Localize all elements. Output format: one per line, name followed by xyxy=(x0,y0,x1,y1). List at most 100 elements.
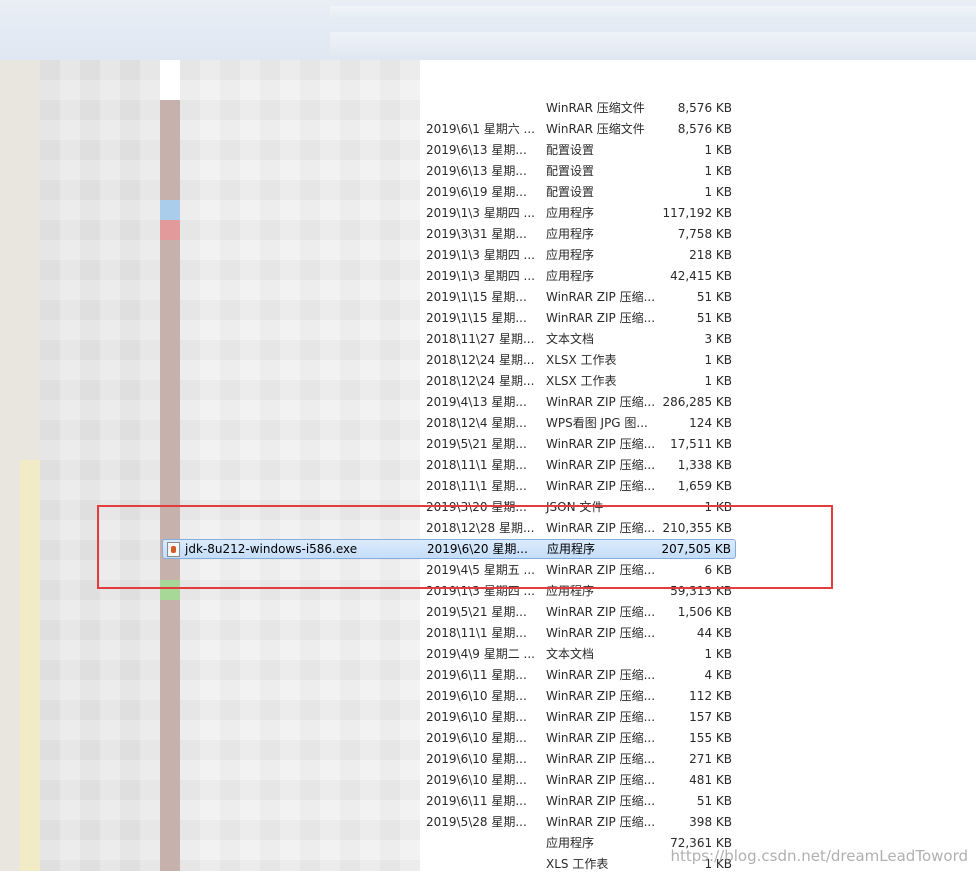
file-row[interactable]: 2019\6\13 星期... 配置设置 1 KB xyxy=(420,140,740,161)
file-size: 112 KB xyxy=(689,689,732,703)
file-size: 42,415 KB xyxy=(670,269,732,283)
file-type: WinRAR ZIP 压缩... xyxy=(546,752,656,766)
file-row[interactable]: 2019\4\13 星期... WinRAR ZIP 压缩... 286,285 K… xyxy=(420,392,740,413)
file-size: 51 KB xyxy=(696,311,732,325)
file-type: WinRAR ZIP 压缩... xyxy=(546,458,656,472)
file-type: WinRAR ZIP 压缩... xyxy=(546,710,656,724)
file-date: 2019\6\11 星期... xyxy=(426,668,527,682)
file-row[interactable]: 2019\6\13 星期... 配置设置 1 KB xyxy=(420,161,740,182)
file-size: 7,758 KB xyxy=(677,227,732,241)
file-date: 2019\1\15 星期... xyxy=(426,290,527,304)
file-size: 1 KB xyxy=(704,374,732,388)
file-date: 2018\11\1 星期... xyxy=(426,626,527,640)
file-row[interactable]: WinRAR 压缩文件 8,576 KB xyxy=(420,98,740,119)
file-row[interactable]: 2019\5\21 星期... WinRAR ZIP 压缩... 17,511 KB xyxy=(420,434,740,455)
file-row[interactable]: 2019\6\11 星期... WinRAR ZIP 压缩... 4 KB xyxy=(420,665,740,686)
file-date: 2019\6\19 星期... xyxy=(426,185,527,199)
file-type: WinRAR ZIP 压缩... xyxy=(546,395,656,409)
file-row[interactable]: 2018\12\4 星期... WPS看图 JPG 图... 124 KB xyxy=(420,413,740,434)
file-row[interactable]: 2018\11\1 星期... WinRAR ZIP 压缩... 1,659 KB xyxy=(420,476,740,497)
file-row[interactable]: 2019\1\15 星期... WinRAR ZIP 压缩... 51 KB xyxy=(420,308,740,329)
file-date: 2018\12\24 星期... xyxy=(426,374,535,388)
file-date: 2019\6\11 星期... xyxy=(426,794,527,808)
file-type: 应用程序 xyxy=(546,227,595,241)
file-size: 51 KB xyxy=(696,794,732,808)
file-date: 2019\5\21 星期... xyxy=(426,605,527,619)
file-row[interactable]: 2018\12\24 星期... XLSX 工作表 1 KB xyxy=(420,350,740,371)
file-type: 文本文档 xyxy=(546,332,595,346)
file-type: 应用程序 xyxy=(546,206,595,220)
file-size: 8,576 KB xyxy=(677,122,732,136)
file-size: 4 KB xyxy=(704,668,732,682)
file-type: XLS 工作表 xyxy=(546,857,609,871)
file-type: WinRAR ZIP 压缩... xyxy=(546,689,656,703)
file-date: 2019\1\3 星期四 ... xyxy=(426,206,535,220)
file-date: 2019\5\21 星期... xyxy=(426,437,527,451)
column-header-blurred xyxy=(330,32,976,56)
file-date: 2018\11\1 星期... xyxy=(426,458,527,472)
file-row[interactable]: 2019\4\9 星期二 ... 文本文档 1 KB xyxy=(420,644,740,665)
file-type: WinRAR ZIP 压缩... xyxy=(546,626,656,640)
file-size: 271 KB xyxy=(689,752,732,766)
file-row[interactable]: 2019\6\19 星期... 配置设置 1 KB xyxy=(420,182,740,203)
file-icon-blurred xyxy=(160,200,180,220)
file-size: 1 KB xyxy=(704,143,732,157)
file-row[interactable]: 2019\1\3 星期四 ... 应用程序 218 KB xyxy=(420,245,740,266)
file-date: 2019\6\10 星期... xyxy=(426,689,527,703)
file-size: 218 KB xyxy=(689,248,732,262)
file-row[interactable]: 2018\11\1 星期... WinRAR ZIP 压缩... 44 KB xyxy=(420,623,740,644)
file-row[interactable]: 2019\1\3 星期四 ... 应用程序 117,192 KB xyxy=(420,203,740,224)
file-row[interactable]: 2019\5\21 星期... WinRAR ZIP 压缩... 1,506 KB xyxy=(420,602,740,623)
file-row[interactable]: 2019\6\10 星期... WinRAR ZIP 压缩... 157 KB xyxy=(420,707,740,728)
file-row[interactable]: 2019\1\15 星期... WinRAR ZIP 压缩... 51 KB xyxy=(420,287,740,308)
file-type: WinRAR ZIP 压缩... xyxy=(546,815,656,829)
file-row[interactable]: 2019\6\11 星期... WinRAR ZIP 压缩... 51 KB xyxy=(420,791,740,812)
file-type: WinRAR ZIP 压缩... xyxy=(546,731,656,745)
file-size: 1 KB xyxy=(704,353,732,367)
file-date: 2019\6\13 星期... xyxy=(426,143,527,157)
file-date: 2019\6\10 星期... xyxy=(426,773,527,787)
file-row[interactable]: 2019\6\1 星期六 ... WinRAR 压缩文件 8,576 KB xyxy=(420,119,740,140)
file-type: WinRAR ZIP 压缩... xyxy=(546,605,656,619)
file-date: 2019\1\3 星期四 ... xyxy=(426,269,535,283)
file-type: 文本文档 xyxy=(546,647,595,661)
file-row[interactable]: 2019\6\10 星期... WinRAR ZIP 压缩... 112 KB xyxy=(420,686,740,707)
file-size: 481 KB xyxy=(689,773,732,787)
file-size: 44 KB xyxy=(696,626,732,640)
file-date: 2019\1\3 星期四 ... xyxy=(426,248,535,262)
address-bar-blurred xyxy=(330,6,976,20)
file-size: 1,506 KB xyxy=(677,605,732,619)
file-row[interactable]: 2018\12\24 星期... XLSX 工作表 1 KB xyxy=(420,371,740,392)
file-size: 51 KB xyxy=(696,290,732,304)
file-row[interactable]: 2019\6\10 星期... WinRAR ZIP 压缩... 271 KB xyxy=(420,749,740,770)
file-row[interactable]: 2019\3\31 星期... 应用程序 7,758 KB xyxy=(420,224,740,245)
file-size: 8,576 KB xyxy=(677,101,732,115)
file-name-column-blurred xyxy=(180,60,420,871)
file-row[interactable]: 2019\6\10 星期... WinRAR ZIP 压缩... 481 KB xyxy=(420,770,740,791)
file-type: WPS看图 JPG 图... xyxy=(546,416,648,430)
file-date: 2019\3\31 星期... xyxy=(426,227,527,241)
file-row[interactable]: 2018\11\27 星期... 文本文档 3 KB xyxy=(420,329,740,350)
watermark: https://blog.csdn.net/dreamLeadToword xyxy=(670,847,968,865)
file-size: 3 KB xyxy=(704,332,732,346)
file-row[interactable]: 2019\6\10 星期... WinRAR ZIP 压缩... 155 KB xyxy=(420,728,740,749)
file-size: 124 KB xyxy=(689,416,732,430)
file-type: XLSX 工作表 xyxy=(546,374,617,388)
file-type: 应用程序 xyxy=(546,248,595,262)
file-size: 155 KB xyxy=(689,731,732,745)
file-type: 配置设置 xyxy=(546,143,595,157)
file-row[interactable]: 2019\1\3 星期四 ... 应用程序 42,415 KB xyxy=(420,266,740,287)
file-date: 2019\6\10 星期... xyxy=(426,731,527,745)
file-type: 配置设置 xyxy=(546,164,595,178)
file-size: 157 KB xyxy=(689,710,732,724)
file-size: 1 KB xyxy=(704,164,732,178)
file-type: WinRAR ZIP 压缩... xyxy=(546,773,656,787)
file-type: WinRAR 压缩文件 xyxy=(546,101,645,115)
file-size: 17,511 KB xyxy=(670,437,732,451)
file-row[interactable]: 2018\11\1 星期... WinRAR ZIP 压缩... 1,338 KB xyxy=(420,455,740,476)
file-size: 398 KB xyxy=(689,815,732,829)
file-row[interactable]: 2019\5\28 星期... WinRAR ZIP 压缩... 398 KB xyxy=(420,812,740,833)
file-type: WinRAR ZIP 压缩... xyxy=(546,437,656,451)
file-size: 1 KB xyxy=(704,185,732,199)
file-type: WinRAR 压缩文件 xyxy=(546,122,645,136)
